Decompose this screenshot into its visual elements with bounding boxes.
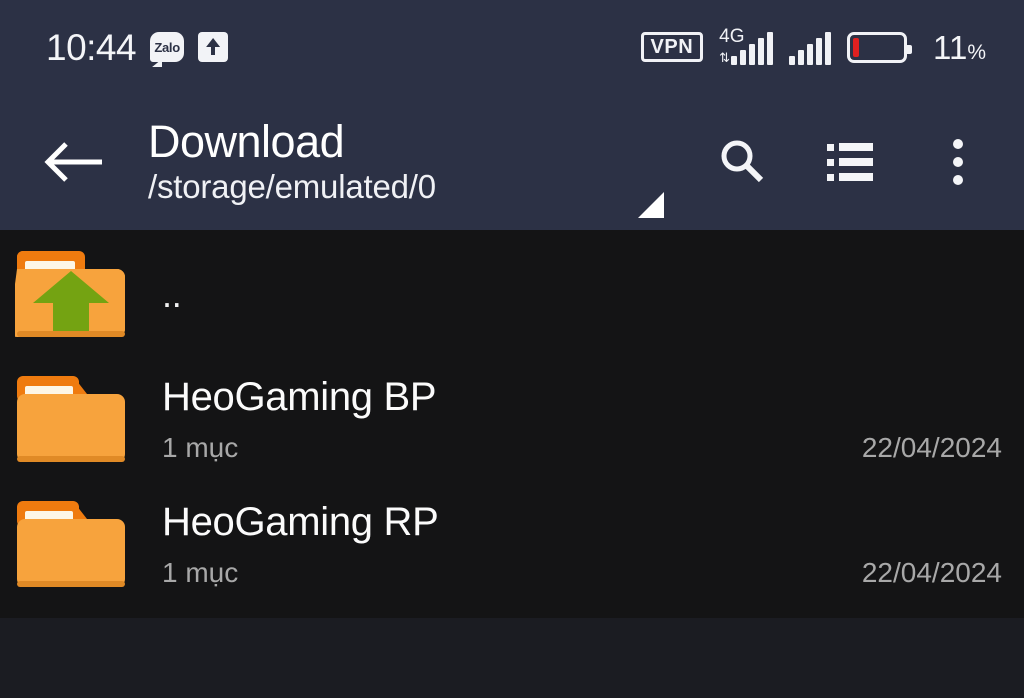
upload-arrow-icon: [198, 32, 229, 62]
status-bar: 10:44 Zalo VPN 4G ⇅ 11%: [0, 0, 1024, 94]
list-item-text: HeoGaming RP 1 mục 22/04/2024: [162, 480, 1002, 605]
data-transfer-arrows-icon: ⇅: [719, 50, 730, 65]
file-list: .. HeoGaming BP 1 mục 22/04/2024 HeoGami…: [0, 230, 1024, 618]
resize-triangle-icon: [638, 192, 664, 218]
back-arrow-icon: [44, 142, 102, 182]
folder-icon-svg: [17, 500, 125, 587]
android-file-manager-screen: 10:44 Zalo VPN 4G ⇅ 11% Download /storag…: [0, 0, 1024, 698]
folder-up-icon: [9, 247, 129, 339]
list-item-subtitle: 1 mục: [162, 432, 239, 463]
search-button[interactable]: [714, 134, 770, 190]
signal-indicator-2: [789, 29, 832, 65]
vpn-badge: VPN: [640, 32, 704, 62]
list-item[interactable]: HeoGaming BP 1 mục 22/04/2024: [0, 355, 1024, 480]
list-item-subtitle: 1 mục: [162, 557, 239, 588]
overflow-menu-icon: [953, 139, 963, 185]
title-block[interactable]: Download /storage/emulated/0: [148, 118, 714, 206]
battery-percent-value: 11: [933, 28, 968, 66]
battery-icon: [847, 31, 913, 63]
folder-icon: [15, 372, 129, 464]
list-view-icon: [827, 143, 873, 181]
list-view-button[interactable]: [822, 134, 878, 190]
battery-percent-symbol: %: [967, 40, 986, 64]
list-item-date: 22/04/2024: [861, 432, 1002, 463]
signal-bars-2-icon: [789, 29, 832, 65]
list-item-name: HeoGaming BP: [162, 375, 437, 419]
bottom-empty-area: [0, 618, 1024, 698]
battery-fill: [853, 37, 860, 57]
overflow-menu-button[interactable]: [930, 134, 986, 190]
folder-up-icon-svg: [9, 250, 125, 337]
toolbar-actions: [714, 134, 986, 190]
app-toolbar: Download /storage/emulated/0: [0, 94, 1024, 230]
list-item-text: HeoGaming BP 1 mục 22/04/2024: [162, 355, 1002, 480]
list-item-text: ..: [162, 230, 1002, 355]
status-bar-right: VPN 4G ⇅ 11%: [640, 26, 986, 65]
signal-indicator-1: 4G ⇅: [719, 26, 774, 65]
network-generation-label: 4G: [719, 26, 745, 47]
zalo-icon-label: Zalo: [154, 39, 180, 55]
folder-icon: [15, 497, 129, 589]
list-item[interactable]: HeoGaming RP 1 mục 22/04/2024: [0, 480, 1024, 605]
page-title: Download: [148, 116, 345, 168]
list-item-name: HeoGaming RP: [162, 500, 439, 544]
folder-icon-svg: [17, 375, 125, 462]
back-button[interactable]: [40, 126, 112, 198]
resize-handle-icon[interactable]: [634, 190, 664, 220]
status-clock: 10:44: [46, 26, 137, 68]
battery-percent-label: 11%: [933, 31, 986, 64]
search-icon: [721, 140, 764, 183]
status-bar-left: 10:44 Zalo: [46, 26, 229, 68]
list-item-date: 22/04/2024: [861, 557, 1002, 588]
list-item[interactable]: ..: [0, 230, 1024, 355]
zalo-icon: Zalo: [150, 32, 185, 62]
list-item-name: ..: [162, 274, 182, 315]
page-subtitle-path: /storage/emulated/0: [148, 167, 436, 205]
